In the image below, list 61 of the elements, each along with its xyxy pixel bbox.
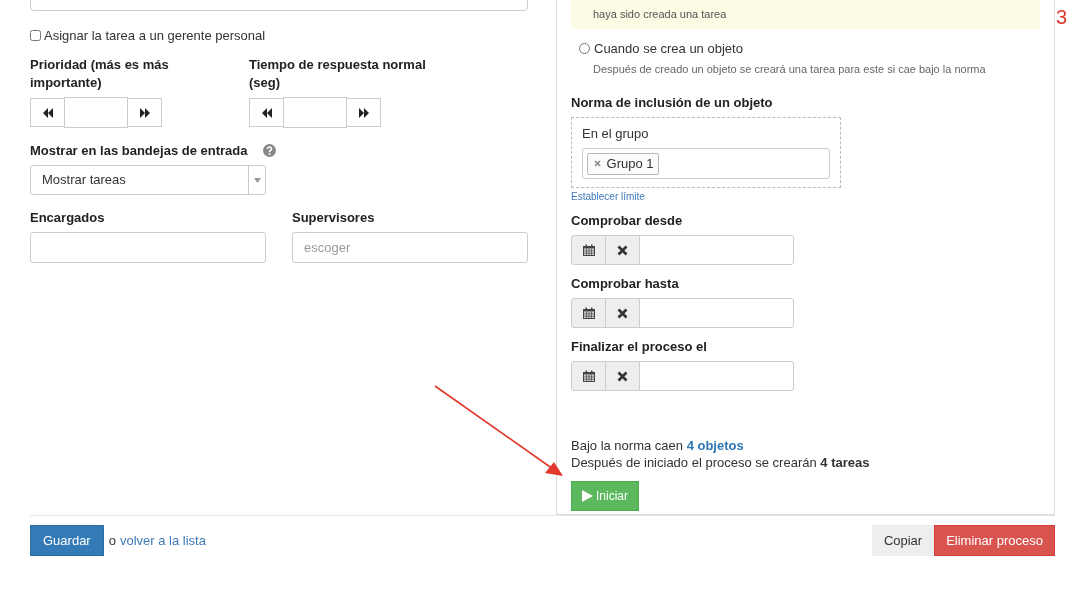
save-button[interactable]: Guardar: [30, 525, 104, 556]
input-field[interactable]: escoger: [292, 232, 528, 263]
field-label: Comprobar hasta: [571, 276, 679, 291]
limit-link[interactable]: Establecer límite: [571, 191, 645, 202]
objects-link[interactable]: 4 objetos: [686, 438, 744, 453]
increase-button[interactable]: [346, 98, 381, 127]
remove-icon[interactable]: [594, 160, 601, 167]
summary-text: Después de iniciado el proceso se crearán 4 tareas: [571, 454, 870, 471]
tag-field[interactable]: Grupo 1: [582, 148, 830, 179]
field-label: Encargados: [30, 210, 106, 225]
number-field[interactable]: [283, 97, 347, 128]
field-label: Mostrar en las bandejas de entrada: [30, 143, 248, 158]
checkbox-label: Asignar la tarea a un gerente personal: [44, 28, 266, 43]
number-field[interactable]: [64, 97, 128, 128]
notice-text: haya sido creada una tarea: [571, 0, 1040, 29]
double-right-arrow-icon: [357, 107, 370, 118]
radio-button[interactable]: [579, 43, 590, 54]
section-title: Norma de inclusión de un objeto: [571, 95, 773, 110]
play-icon: [582, 490, 593, 502]
field-label: Supervisores: [292, 210, 376, 225]
close-icon: [617, 244, 628, 256]
clear-button[interactable]: [605, 235, 640, 265]
hint-text: Después de creado un objeto se creará una tarea para este si cae bajo la norma: [593, 63, 986, 75]
field-label: Prioridad (más es más importante): [30, 56, 170, 92]
annotation-number: 3: [1056, 6, 1068, 29]
double-left-arrow-icon: [260, 107, 273, 118]
input-field[interactable]: [30, 232, 266, 263]
field-label: Tiempo de respuesta normal (seg): [249, 56, 427, 92]
decrease-button[interactable]: [30, 98, 65, 127]
double-right-arrow-icon: [138, 107, 151, 118]
close-icon: [617, 307, 628, 319]
decrease-button[interactable]: [249, 98, 284, 127]
help-icon[interactable]: [263, 144, 277, 157]
clear-button[interactable]: [605, 361, 640, 391]
group-label: En el grupo: [582, 127, 650, 141]
calendar-button[interactable]: [571, 298, 606, 328]
date-field[interactable]: [639, 235, 794, 265]
field-label: Comprobar desde: [571, 213, 683, 228]
clear-button[interactable]: [605, 298, 640, 328]
delete-button[interactable]: Eliminar proceso: [934, 525, 1055, 556]
calendar-icon: [582, 244, 595, 256]
start-button[interactable]: Iniciar: [571, 481, 639, 511]
checkbox[interactable]: [30, 30, 41, 41]
calendar-icon: [582, 307, 595, 319]
summary-text: Bajo la norma caen: [571, 438, 683, 453]
close-icon: [617, 370, 628, 382]
or-text: o: [108, 533, 116, 548]
tag: Grupo 1: [587, 153, 659, 175]
date-field[interactable]: [639, 298, 794, 328]
increase-button[interactable]: [127, 98, 162, 127]
caret-icon: [253, 177, 261, 183]
radio-label: Cuando se crea un objeto: [594, 41, 743, 56]
double-left-arrow-icon: [41, 107, 54, 118]
calendar-button[interactable]: [571, 235, 606, 265]
date-field[interactable]: [639, 361, 794, 391]
copy-button[interactable]: Copiar: [871, 525, 935, 556]
back-link[interactable]: volver a la lista: [119, 533, 206, 548]
field-label: Finalizar el proceso el: [571, 339, 707, 354]
calendar-button[interactable]: [571, 361, 606, 391]
dropdown[interactable]: Mostrar tareas: [30, 165, 266, 195]
calendar-icon: [582, 370, 595, 382]
